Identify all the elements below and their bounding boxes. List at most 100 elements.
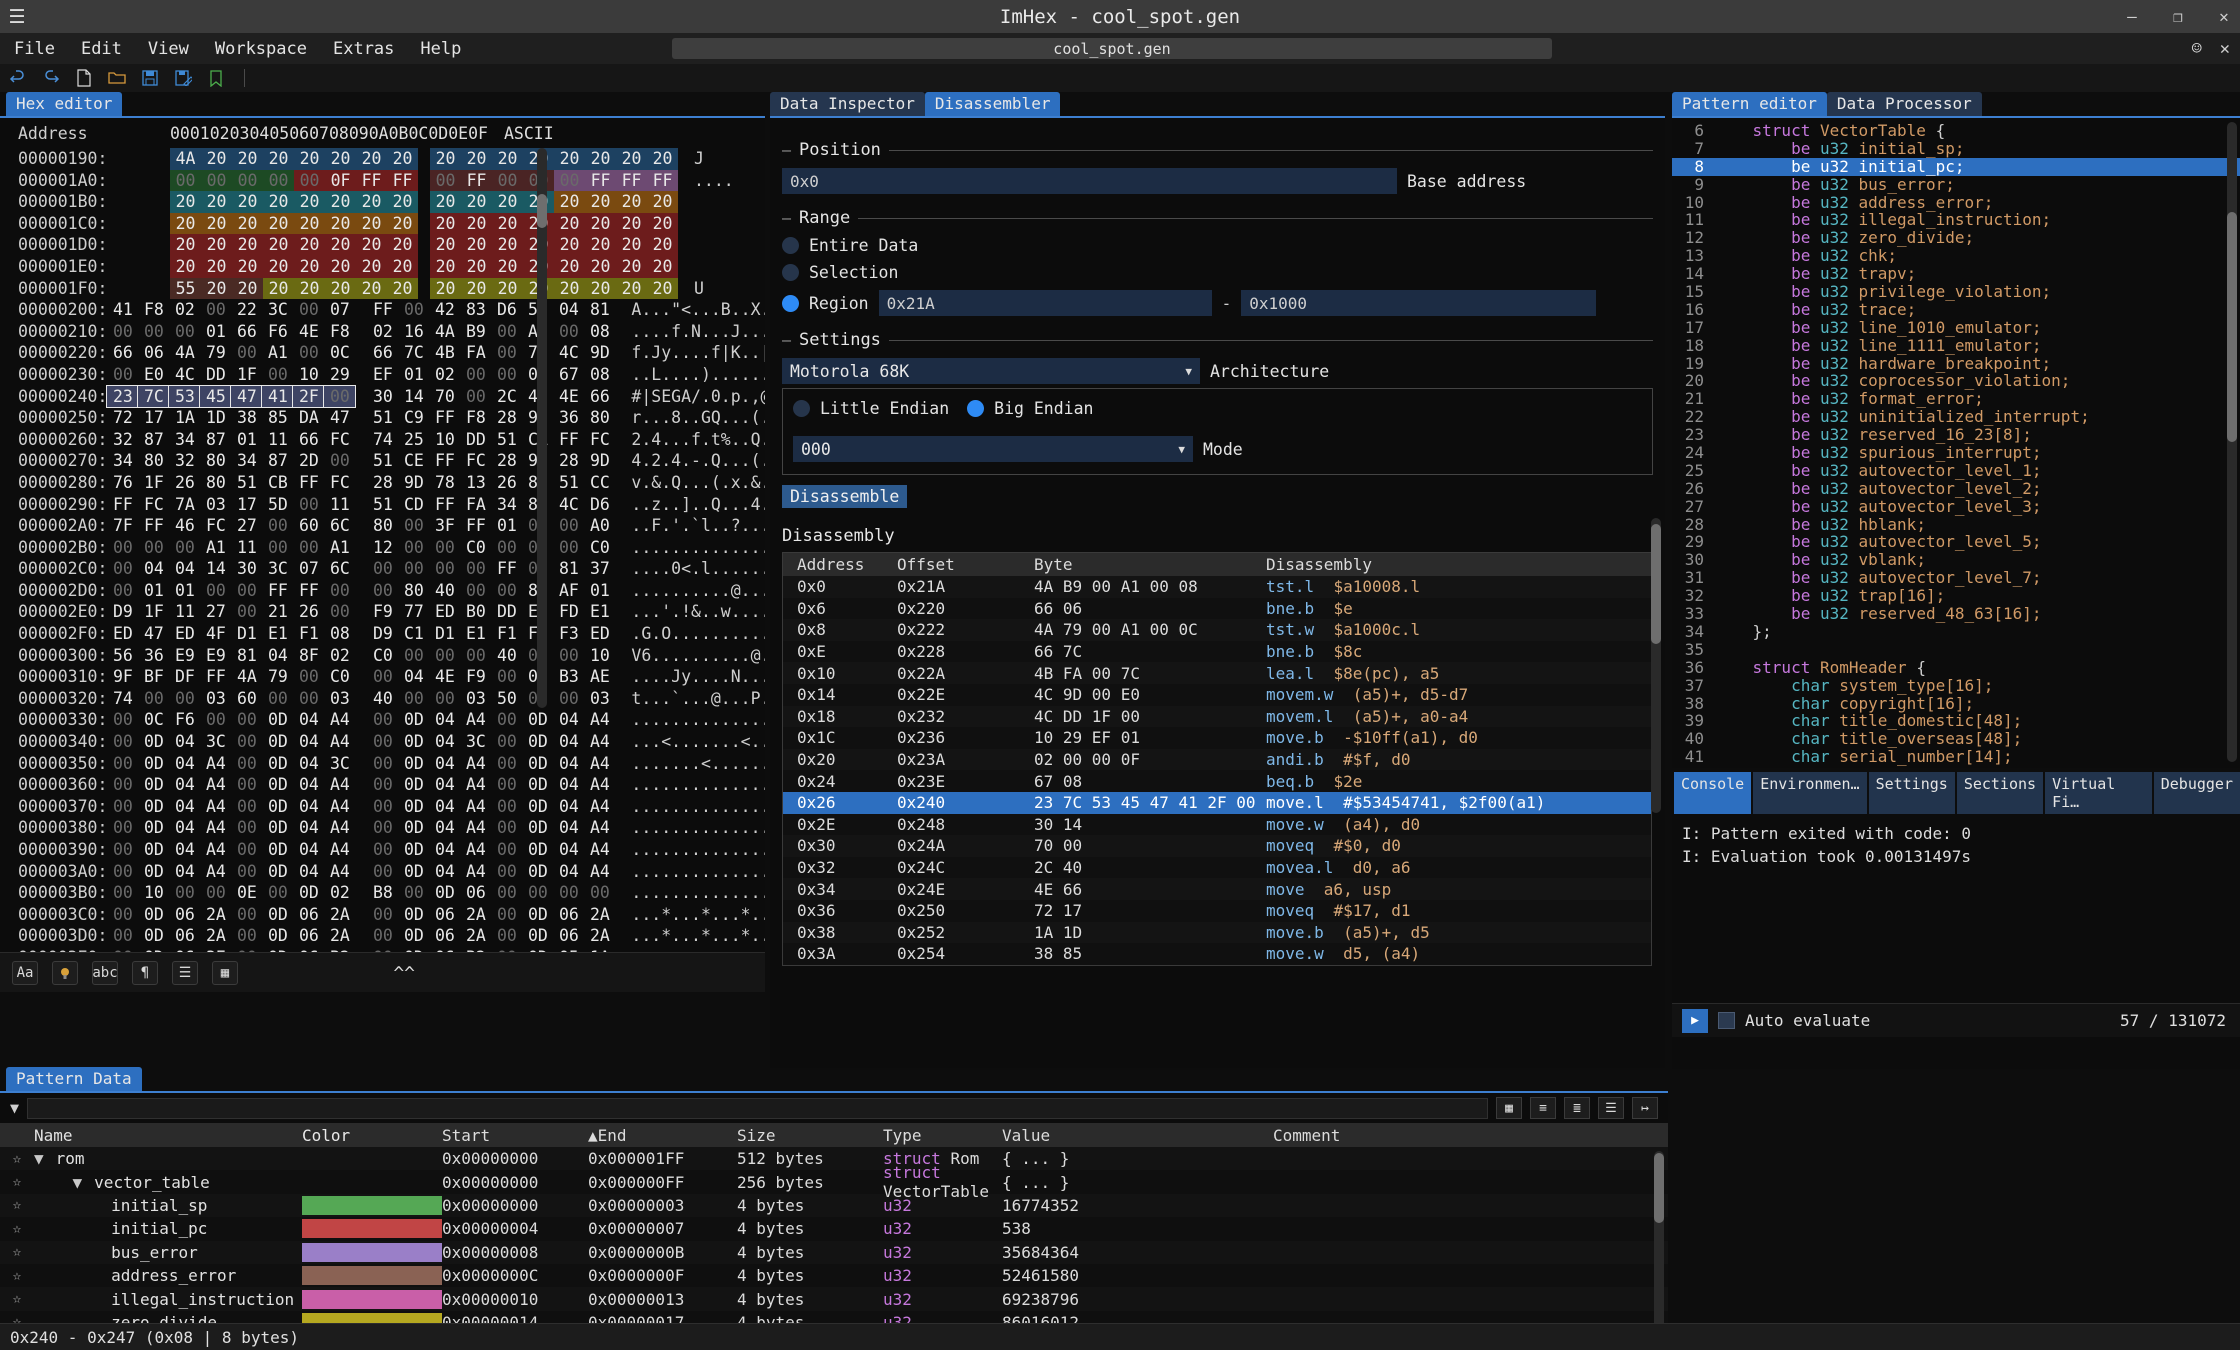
hex-byte-cell[interactable]: 00 (231, 601, 262, 623)
hex-byte-cell[interactable]: 56 (107, 645, 138, 667)
hex-byte-cell[interactable]: 51 (491, 429, 522, 451)
hex-byte-cell[interactable]: 07 (324, 299, 355, 321)
open-folder-icon[interactable] (107, 68, 127, 88)
hex-row[interactable]: 00000200:41F80200223C0007FF004283D658048… (18, 299, 765, 321)
hex-byte-cell[interactable]: C0 (324, 666, 355, 688)
hex-byte-cell[interactable]: FF (293, 580, 324, 602)
menu-workspace[interactable]: Workspace (215, 39, 307, 59)
hex-byte-cell[interactable]: 00 (170, 169, 201, 192)
hex-byte-cell[interactable]: 40 (367, 688, 398, 710)
hex-byte-cell[interactable]: 00 (398, 645, 429, 667)
hex-byte-cell[interactable]: 7F (107, 515, 138, 537)
hex-byte-cell[interactable]: 00 (107, 753, 138, 775)
pattern-editor-scrollbar[interactable] (2227, 122, 2237, 762)
hex-byte-cell[interactable]: 42 (429, 299, 460, 321)
hex-byte-cell[interactable]: 2A (584, 925, 615, 947)
col-header-value[interactable]: Value (1002, 1126, 1273, 1145)
hex-byte-cell[interactable]: 20 (356, 255, 387, 278)
bookmark-icon[interactable] (206, 68, 226, 88)
favorite-star-icon[interactable]: ☆ (0, 1221, 34, 1237)
table-row[interactable]: ☆ address_error 0x0000000C 0x0000000F 4 byt… (0, 1263, 1668, 1288)
hex-row-bytes[interactable]: 20202020202020202020202020202020 (170, 191, 678, 213)
hex-byte-cell[interactable]: 06 (169, 904, 200, 926)
hex-byte-cell[interactable]: 00 (294, 169, 325, 192)
hex-byte-cell[interactable]: C0 (460, 537, 491, 559)
hex-byte-cell[interactable]: 02 (429, 364, 460, 386)
hex-byte-cell[interactable]: FF (553, 429, 584, 451)
tab-pattern-data[interactable]: Pattern Data (6, 1067, 142, 1091)
col-header-start[interactable]: Start (442, 1126, 588, 1145)
hex-byte-cell[interactable]: 20 (170, 234, 201, 256)
hex-byte-cell[interactable]: 4C (553, 342, 584, 364)
hex-row[interactable]: 00000310:9FBFDFFF4A7900C000044EF9000CB3A… (18, 666, 765, 688)
hex-byte-cell[interactable]: 27 (200, 601, 231, 623)
code-line[interactable]: 21 be u32 format_error; (1672, 390, 2240, 408)
hex-byte-cell[interactable]: 20 (492, 255, 523, 278)
table-row[interactable]: ☆ ▼ rom 0x00000000 0x000001FF 512 bytes struc… (0, 1147, 1668, 1171)
hex-byte-cell[interactable]: 80 (200, 450, 231, 472)
hex-byte-cell[interactable]: 20 (585, 191, 616, 213)
hex-byte-cell[interactable]: 00 (138, 537, 169, 559)
hex-byte-cell[interactable]: 60 (293, 515, 324, 537)
radio-big-endian-icon[interactable] (967, 400, 985, 417)
hex-byte-cell[interactable]: 00 (491, 774, 522, 796)
table-row[interactable]: ☆ initial_pc 0x00000004 0x00000007 4 bytes u… (0, 1217, 1668, 1241)
hex-byte-cell[interactable]: 04 (398, 666, 429, 688)
hex-byte-cell[interactable]: 70 (429, 386, 460, 408)
hex-row[interactable]: 00000380: 00 0D 04 A4 00 0D 04 A4 00 0D 04 A4 00 0D 04 A… (18, 817, 765, 839)
hex-row-ascii[interactable]: ................ (631, 537, 765, 559)
hex-byte-cell[interactable]: 00 (367, 839, 398, 861)
code-line[interactable]: 36 struct RomHeader { (1672, 658, 2240, 677)
hex-byte-cell[interactable]: 04 (553, 753, 584, 775)
hex-row-ascii[interactable]: r...8..GQ...(.6. (631, 407, 765, 429)
hex-byte-cell[interactable]: C1 (398, 623, 429, 645)
hex-byte-cell[interactable]: 0D (522, 904, 553, 926)
hex-row[interactable]: 000001F0: 5520202020202020202020202020202… (18, 277, 765, 300)
code-line[interactable]: 31 be u32 autovector_level_7; (1672, 569, 2240, 587)
hex-byte-cell[interactable]: 00 (491, 839, 522, 861)
hex-byte-cell[interactable]: FF (460, 515, 491, 537)
hex-byte-cell[interactable]: 20 (585, 212, 616, 235)
hex-byte-cell[interactable]: 0D (398, 925, 429, 947)
hex-byte-cell[interactable]: 20 (263, 212, 294, 235)
hex-byte-cell[interactable]: 00 (293, 342, 324, 364)
hex-byte-cell[interactable]: 10 (584, 645, 615, 667)
hex-byte-cell[interactable]: F8 (138, 299, 169, 321)
hex-row[interactable]: 00000250:72171A1D3885DA4751C9FFF8289D368… (18, 407, 765, 429)
hex-byte-cell[interactable]: 1F (138, 472, 169, 494)
table-row[interactable]: ☆ illegal_instruction 0x00000010 0x0000001… (0, 1287, 1668, 1311)
hex-byte-cell[interactable]: 00 (231, 817, 262, 839)
hex-byte-cell[interactable]: 04 (169, 796, 200, 818)
hex-byte-cell[interactable]: FC (584, 429, 615, 451)
pattern-filter-input[interactable] (27, 1097, 1488, 1119)
hex-byte-cell[interactable]: 32 (169, 450, 200, 472)
code-line[interactable]: 34 }; (1672, 622, 2240, 641)
hex-byte-cell[interactable]: A4 (584, 709, 615, 731)
hex-byte-cell[interactable]: 00 (491, 342, 522, 364)
hex-byte-cell[interactable]: 76 (107, 472, 138, 494)
hex-byte-cell[interactable]: 20 (616, 191, 647, 213)
hex-byte-cell[interactable]: 06 (460, 882, 491, 904)
hex-byte-cell[interactable]: 00 (460, 645, 491, 667)
code-line[interactable]: 11 be u32 illegal_instruction; (1672, 211, 2240, 229)
hex-byte-cell[interactable]: FF (491, 558, 522, 580)
range-option-region[interactable]: Region 0x21A - 0x1000 (782, 290, 1653, 316)
hex-byte-cell[interactable]: 0D (398, 861, 429, 883)
hex-row[interactable]: 00000340: 00 0D 04 3C 00 0D 04 A4 00 0D 04 3C 00 0D 04 A… (18, 731, 765, 753)
hex-byte-cell[interactable]: 20 (387, 234, 418, 256)
hex-row-bytes[interactable]: 00000000000FFFFF00FF000000FFFFFF (170, 169, 678, 192)
hex-byte-cell[interactable]: 20 (232, 234, 263, 256)
hex-byte-cell[interactable]: 00 (491, 861, 522, 883)
hex-byte-cell[interactable]: 20 (616, 234, 647, 256)
hex-byte-cell[interactable]: 00 (107, 709, 138, 731)
hex-byte-cell[interactable]: ED (429, 601, 460, 623)
hex-byte-cell[interactable]: CE (398, 450, 429, 472)
hex-row-bytes[interactable]: 00 0D 04 A4 00 0D 04 A4 00 0D 04 A4 00 0D 04 A4 (107, 817, 615, 839)
hex-byte-cell[interactable]: 16 (398, 321, 429, 343)
hex-byte-cell[interactable]: FF (200, 666, 231, 688)
hex-byte-cell[interactable]: A0 (584, 515, 615, 537)
hex-byte-cell[interactable]: 85 (262, 407, 293, 429)
hex-byte-cell[interactable]: 20 (430, 277, 461, 300)
hex-byte-cell[interactable]: 04 (553, 731, 584, 753)
tab-hex-editor[interactable]: Hex editor (6, 92, 123, 116)
